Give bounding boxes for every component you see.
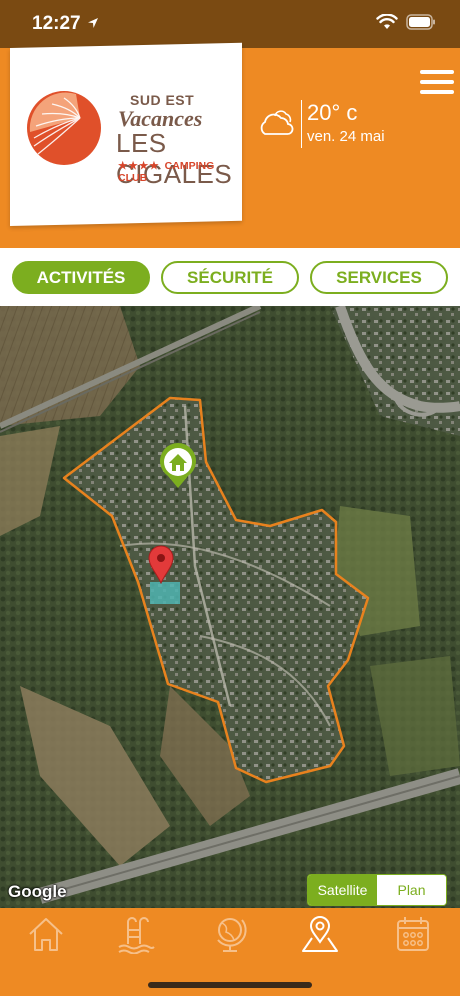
red-location-pin-icon[interactable] bbox=[147, 544, 175, 584]
weather-temperature: 20° c bbox=[307, 100, 358, 125]
weather-date: ven. 24 mai bbox=[307, 128, 385, 145]
plan-button[interactable]: Plan bbox=[377, 875, 446, 905]
brand-logo: SUD EST Vacances LES CIGALES ★★★★ CAMPING… bbox=[10, 48, 242, 224]
pool-ladder-icon[interactable] bbox=[116, 914, 156, 954]
map-pin-icon[interactable] bbox=[300, 914, 340, 954]
brand-stars: ★★★★ bbox=[118, 160, 160, 172]
location-arrow-icon bbox=[88, 18, 98, 28]
cloud-icon bbox=[260, 110, 294, 135]
map-imagery bbox=[0, 306, 460, 908]
weather-divider bbox=[301, 100, 302, 148]
tab-activites[interactable]: ACTIVITÉS bbox=[12, 261, 150, 294]
satellite-button[interactable]: Satellite bbox=[308, 875, 377, 905]
bottom-navigation bbox=[0, 908, 460, 996]
tab-securite[interactable]: SÉCURITÉ bbox=[161, 261, 299, 294]
hamburger-menu-icon[interactable] bbox=[420, 70, 454, 96]
status-bar: 12:27 bbox=[0, 0, 460, 48]
wifi-icon bbox=[376, 14, 398, 29]
calendar-icon[interactable] bbox=[393, 914, 433, 954]
map-type-toggle: Satellite Plan bbox=[307, 874, 447, 906]
satellite-map[interactable]: Google Satellite Plan bbox=[0, 306, 460, 908]
category-tabs: ACTIVITÉS SÉCURITÉ SERVICES bbox=[0, 248, 460, 306]
status-icons bbox=[376, 14, 436, 30]
google-attribution: Google bbox=[8, 882, 67, 901]
tab-services[interactable]: SERVICES bbox=[310, 261, 448, 294]
home-icon[interactable] bbox=[26, 914, 66, 954]
home-marker-icon[interactable] bbox=[158, 442, 198, 490]
globe-icon[interactable] bbox=[210, 914, 250, 954]
home-indicator[interactable] bbox=[148, 982, 312, 988]
battery-icon bbox=[406, 14, 435, 30]
palm-leaf-logo-icon bbox=[27, 91, 101, 165]
status-time: 12:27 bbox=[32, 13, 81, 34]
brand-subtitle: ★★★★ CAMPING CLUB bbox=[118, 160, 242, 184]
